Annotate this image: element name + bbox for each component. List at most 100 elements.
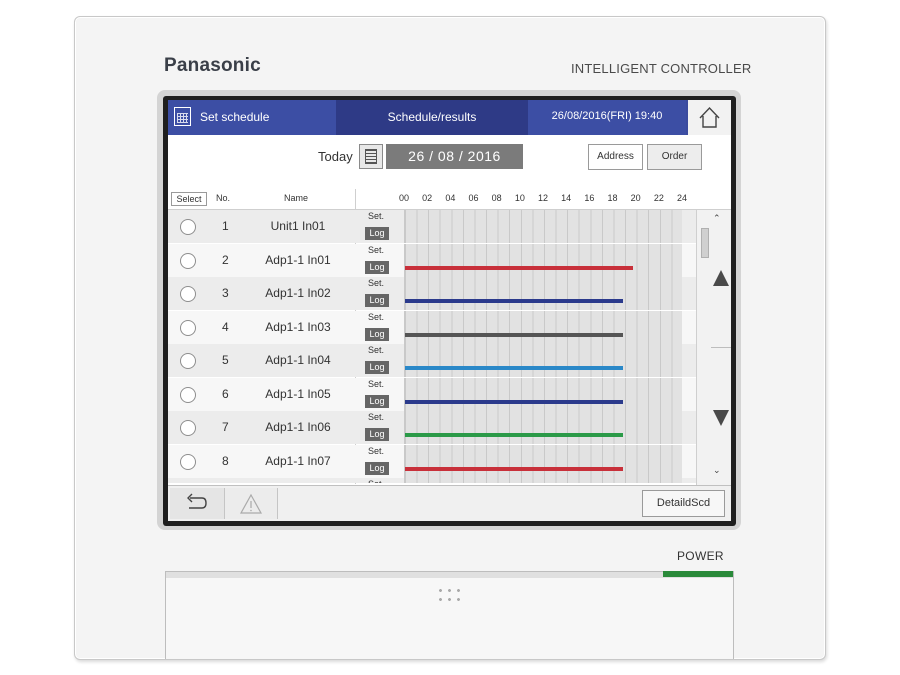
schedule-timeline[interactable] [404,411,682,444]
product-name: INTELLIGENT CONTROLLER [571,61,752,76]
hour-tick-label: 08 [491,193,502,203]
hour-tick-label: 18 [607,193,618,203]
warning-icon [239,493,263,514]
table-row[interactable]: 8 Adp1-1 In07 Set. Log [168,444,696,478]
schedule-timeline[interactable] [404,243,682,277]
row-number: 1 [222,219,229,233]
lcd-screen: Set schedule Schedule/results 26/08/2016… [168,100,731,521]
table-row[interactable]: 7 Adp1-1 In06 Set. Log [168,411,696,444]
row-select-radio[interactable] [180,353,196,369]
row-select-radio[interactable] [180,219,196,235]
select-button[interactable]: Select [171,192,207,206]
row-select-radio[interactable] [180,453,196,470]
schedule-timeline[interactable] [404,344,682,377]
row-select-radio[interactable] [180,286,196,302]
col-name: Name [284,193,309,203]
row-select-radio[interactable] [180,252,196,269]
calendar-button[interactable] [359,144,383,169]
row-select-radio[interactable] [180,420,196,436]
hour-tick-label: 04 [445,193,456,203]
scroll-thumb[interactable] [701,228,709,258]
detail-schedule-button[interactable]: DetaildScd [642,490,725,517]
table-row[interactable]: Set. [168,478,696,483]
back-button[interactable] [170,488,225,519]
lower-panel-edge [166,572,733,578]
scroll-down-chevron-icon[interactable]: ⌄ [713,465,721,476]
set-label: Set. [368,311,385,322]
schedule-timeline[interactable] [404,210,682,243]
set-label: Set. [368,244,385,255]
log-label: Log [365,428,389,441]
scrollbar[interactable]: ⌃ ⌄ [696,210,731,485]
column-header: Select No. Name 00 02 04 06 08 10 12 14 16 18 20 22… [168,189,731,210]
log-bar [405,399,624,404]
tab-label: Schedule/results [387,110,477,124]
set-label: Set. [368,345,385,355]
page-up-icon[interactable] [713,270,729,286]
table-row[interactable]: 1 Unit1 In01 Set. Log [168,210,696,243]
row-number: 2 [222,252,229,267]
tab-set-schedule[interactable]: Set schedule [168,100,336,135]
set-label: Set. [368,278,385,288]
row-name: Adp1-1 In05 [265,386,331,401]
log-label: Log [365,227,389,240]
table-row[interactable]: 4 Adp1-1 In03 Set. Log [168,310,696,344]
schedule-timeline[interactable] [404,310,682,344]
power-led [663,571,733,577]
back-arrow-icon [187,493,207,509]
table-row[interactable]: 5 Adp1-1 In04 Set. Log [168,344,696,377]
log-bar [405,366,624,370]
log-label: Log [365,361,389,374]
header-title: Set schedule [200,110,270,124]
sensor-dots [436,586,464,604]
date-display[interactable]: 26 / 08 / 2016 [386,144,523,169]
scroll-up-chevron-icon[interactable]: ⌃ [713,213,721,224]
table-row[interactable]: 2 Adp1-1 In01 Set. Log [168,243,696,277]
row-number: 7 [222,420,229,434]
warning-button[interactable] [225,488,278,519]
set-label: Set. [368,412,385,422]
log-bar [405,466,624,471]
row-number: 4 [222,319,229,334]
hour-tick-label: 20 [630,193,641,203]
hour-tick-label: 02 [422,193,433,203]
table-row[interactable]: 3 Adp1-1 In02 Set. Log [168,277,696,310]
hour-tick-label: 00 [398,193,410,203]
table-row[interactable]: 6 Adp1-1 In05 Set. Log [168,377,696,411]
scroll-separator [711,347,731,348]
order-button[interactable]: Order [647,144,702,170]
schedule-timeline[interactable] [404,377,682,411]
row-number: 6 [222,386,229,401]
hour-tick-label: 22 [653,193,664,203]
hour-tick-label: 10 [514,193,525,203]
log-label: Log [365,294,389,307]
row-name: Unit1 In01 [270,219,326,233]
hour-tick-label: 14 [561,193,572,203]
row-number: 8 [222,453,229,468]
row-select-radio[interactable] [180,386,196,403]
schedule-timeline[interactable] [404,444,682,478]
row-number: 5 [222,353,229,367]
set-label: Set. [368,378,385,389]
row-name: Adp1-1 In04 [265,353,331,367]
set-label: Set. [368,445,385,456]
home-button[interactable] [688,100,731,135]
hour-tick-label: 24 [676,193,688,203]
header-datetime: 26/08/2016(FRI) 19:40 [551,110,663,122]
address-button[interactable]: Address [588,144,643,170]
log-label: Log [365,260,389,274]
set-label: Set. [368,479,384,483]
row-name: Adp1-1 In03 [265,319,331,334]
log-label: Log [365,327,389,341]
row-name: Adp1-1 In06 [265,420,331,434]
tab-schedule-results[interactable]: Schedule/results [336,100,528,135]
schedule-timeline[interactable] [404,478,682,483]
hour-tick-label: 12 [537,193,549,203]
header-bar: Set schedule Schedule/results 26/08/2016… [168,100,731,135]
row-name: Adp1-1 In02 [265,286,331,300]
row-select-radio[interactable] [180,319,196,336]
log-bar [405,332,624,337]
set-label: Set. [368,211,385,221]
page-down-icon[interactable] [713,410,729,426]
schedule-timeline[interactable] [404,277,682,310]
